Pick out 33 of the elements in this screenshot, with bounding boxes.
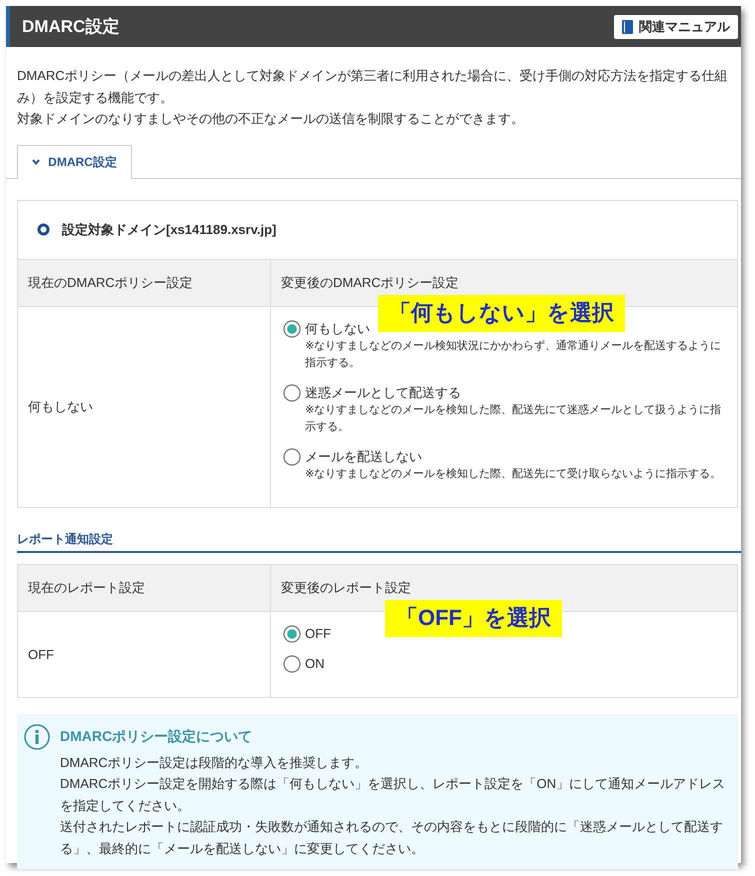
option-note: ※なりすましなどのメールを検知した際、配送先にて迷惑メールとして扱うように指示する。 (305, 402, 722, 434)
option-note: ※なりすましなどのメールを検知した際、配送先にて受け取らないように指示する。 (305, 466, 722, 482)
tab[interactable]: DMARC設定 (17, 144, 132, 178)
radio-button[interactable] (283, 654, 301, 672)
table-cell: OFF (18, 610, 270, 696)
table-header-cell: 現在のレポート設定 (18, 564, 270, 610)
info-text: DMARCポリシー設定を開始する際は「何もしない」を選択し、レポート設定を「ON」にして通知メールアドレスを指定してください。 (60, 775, 726, 814)
chevron-down-icon (32, 159, 40, 165)
info-text: DMARCポリシー設定は段階的な導入を推奨します。 (60, 754, 369, 772)
info-text: 送付されたレポートに認証成功・失敗数が通知されるので、その内容をもとに段階的に「迷惑メールとして配送する」、最終的に「メールを配送しない」に変更してください。 (60, 818, 724, 858)
option-note: ※なりすましなどのメール検知状況にかかわらず、通常通りメールを配送するように指示する。 (305, 338, 722, 370)
option-label[interactable]: ON (305, 656, 324, 671)
radio-button[interactable] (283, 624, 301, 642)
radio-button[interactable] (283, 320, 301, 338)
description-text: 対象ドメインのなりすましやその他の不正なメールの送信を制限することができます。 (17, 110, 525, 128)
domain-label: 設定対象ドメイン[xs141189.xsrv.jp] (62, 220, 276, 238)
radio-button[interactable] (283, 384, 301, 402)
option-label[interactable]: メールを配送しない (305, 448, 422, 466)
option-label[interactable]: 何もしない (305, 320, 370, 338)
option-label[interactable]: OFF (305, 626, 331, 641)
table-cell: 何もしない (18, 306, 270, 506)
info-icon (24, 724, 50, 750)
book-icon (622, 20, 633, 34)
section-heading: レポート通知設定 (17, 530, 741, 552)
radio-button[interactable] (283, 448, 301, 466)
option-label[interactable]: 迷惑メールとして配送する (305, 384, 461, 402)
ring-icon (37, 223, 50, 236)
manual-button[interactable]: 関連マニュアル (614, 14, 738, 38)
callout-label: 「何もしない」を選択 (378, 294, 625, 332)
description-text: DMARCポリシー（メールの差出人として対象ドメインが第三者に利用された場合に、受け手側の対応方法を指定する仕組み）を設定する機能です。 (17, 67, 729, 106)
info-title: DMARCポリシー設定について (60, 728, 252, 746)
table-header-cell: 現在のDMARCポリシー設定 (18, 260, 270, 306)
page-title: DMARC設定 (22, 16, 120, 38)
